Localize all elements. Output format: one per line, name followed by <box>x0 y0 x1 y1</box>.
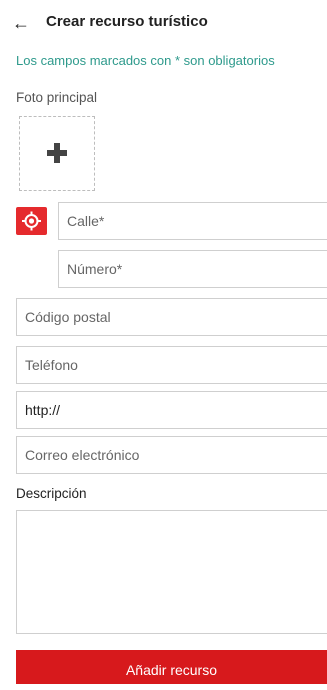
number-field[interactable] <box>58 250 327 288</box>
add-resource-button[interactable]: Añadir recurso <box>16 650 327 684</box>
main-photo-picker[interactable] <box>19 116 95 191</box>
required-fields-notice: Los campos marcados con * son obligatori… <box>16 53 275 68</box>
location-target-icon <box>22 211 41 231</box>
street-field[interactable] <box>58 202 327 240</box>
main-photo-label: Foto principal <box>16 90 98 105</box>
number-input[interactable] <box>59 251 327 287</box>
locate-button[interactable] <box>16 207 47 235</box>
phone-input[interactable] <box>17 347 327 383</box>
arrow-left-icon[interactable]: ← <box>9 11 33 35</box>
app-header: ← Crear recurso turístico <box>0 0 327 52</box>
plus-icon <box>47 143 67 163</box>
postal-code-field[interactable] <box>16 298 327 336</box>
description-label: Descripción <box>16 486 87 501</box>
street-input[interactable] <box>59 203 327 239</box>
email-input[interactable] <box>17 437 327 473</box>
phone-field[interactable] <box>16 346 327 384</box>
postal-code-input[interactable] <box>17 299 327 335</box>
description-field[interactable] <box>16 510 327 634</box>
website-field[interactable] <box>16 391 327 429</box>
website-input[interactable] <box>17 392 327 428</box>
page-title: Crear recurso turístico <box>46 13 208 30</box>
description-textarea[interactable] <box>17 511 327 633</box>
email-field[interactable] <box>16 436 327 474</box>
